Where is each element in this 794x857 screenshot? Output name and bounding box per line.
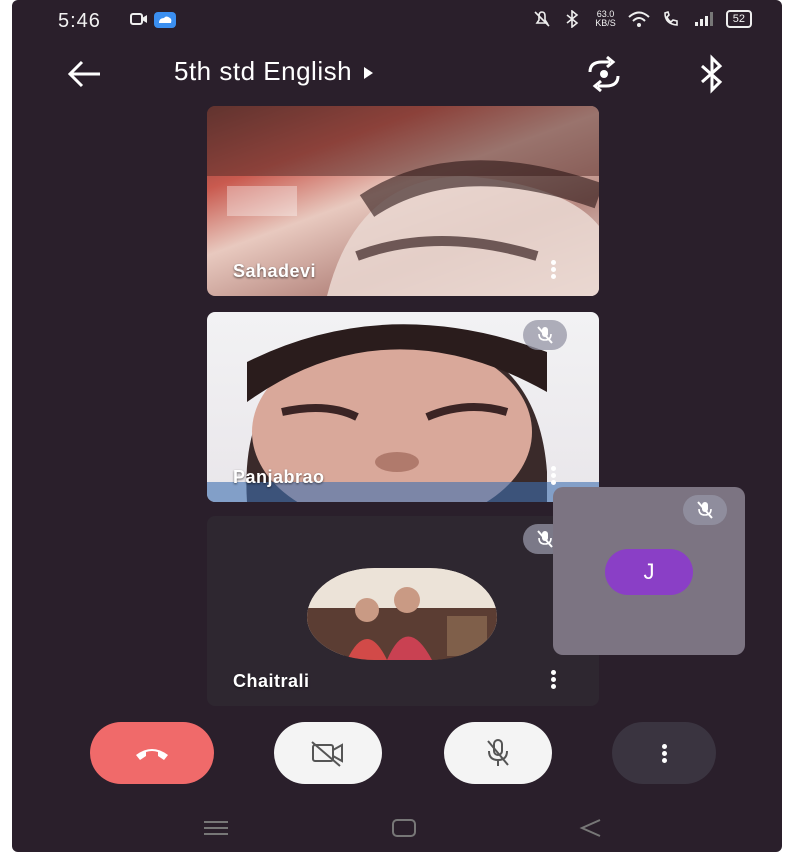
participant-more-button[interactable] — [547, 464, 559, 488]
back-button[interactable] — [62, 54, 106, 94]
cloud-notification-icon — [154, 12, 176, 28]
mic-off-icon — [537, 326, 553, 344]
participant-more-button[interactable] — [547, 668, 559, 692]
switch-camera-button[interactable] — [580, 52, 628, 96]
back-nav-icon[interactable] — [578, 818, 604, 838]
home-icon[interactable] — [390, 818, 418, 838]
participant-tile[interactable]: Panjabrao — [207, 312, 599, 502]
self-view-tile[interactable]: J — [553, 487, 745, 655]
call-wifi-icon — [663, 10, 678, 26]
self-avatar: J — [605, 549, 693, 595]
play-caret-icon — [364, 66, 374, 79]
mic-off-icon — [487, 739, 509, 766]
participant-name: Panjabrao — [233, 467, 325, 487]
self-muted-badge — [683, 495, 727, 525]
network-speed-unit: KB/S — [595, 18, 616, 28]
bluetooth-icon — [701, 54, 723, 94]
status-icons: 63.0 KB/S 52 — [533, 10, 752, 28]
battery-indicator: 52 — [725, 10, 752, 28]
signal-icon — [694, 12, 713, 26]
participant-tile[interactable]: Chaitrali — [207, 516, 599, 706]
video-notification-icon — [130, 13, 147, 25]
status-bar: 5:46 63.0 KB/S 52 — [12, 0, 782, 42]
meeting-title: 5th std English — [174, 56, 353, 86]
mic-toggle-button[interactable] — [444, 722, 552, 784]
back-arrow-icon — [67, 60, 100, 88]
call-controls — [12, 722, 782, 788]
more-options-button[interactable] — [612, 722, 716, 784]
mic-off-icon — [697, 501, 713, 519]
avatar-photo-image — [307, 568, 497, 660]
camera-toggle-button[interactable] — [274, 722, 382, 784]
status-time: 5:46 — [58, 10, 101, 32]
bluetooth-status-icon — [566, 10, 579, 28]
recents-icon[interactable] — [202, 818, 230, 838]
meeting-app-bar: 5th std English — [12, 48, 782, 98]
mic-off-icon — [537, 530, 553, 548]
phone-end-icon — [136, 749, 168, 760]
switch-camera-icon — [588, 55, 620, 93]
camera-off-icon — [311, 741, 343, 767]
network-speed: 63.0 KB/S — [595, 10, 616, 28]
participant-avatar-photo — [307, 568, 497, 660]
participant-name: Sahadevi — [233, 261, 317, 281]
bluetooth-audio-button[interactable] — [694, 54, 730, 94]
more-vert-icon — [661, 742, 667, 765]
wifi-icon — [628, 11, 650, 27]
phone-screen: 5:46 63.0 KB/S 52 5th std English Sahade… — [12, 0, 782, 852]
system-nav-bar — [12, 808, 782, 848]
participant-muted-badge — [523, 320, 567, 350]
participant-tile[interactable]: Sahadevi — [207, 106, 599, 296]
silent-bell-icon — [534, 11, 550, 27]
participant-more-button[interactable] — [547, 258, 559, 282]
meeting-title-button[interactable]: 5th std English — [174, 56, 374, 87]
participant-name: Chaitrali — [233, 671, 310, 691]
end-call-button[interactable] — [90, 722, 214, 784]
